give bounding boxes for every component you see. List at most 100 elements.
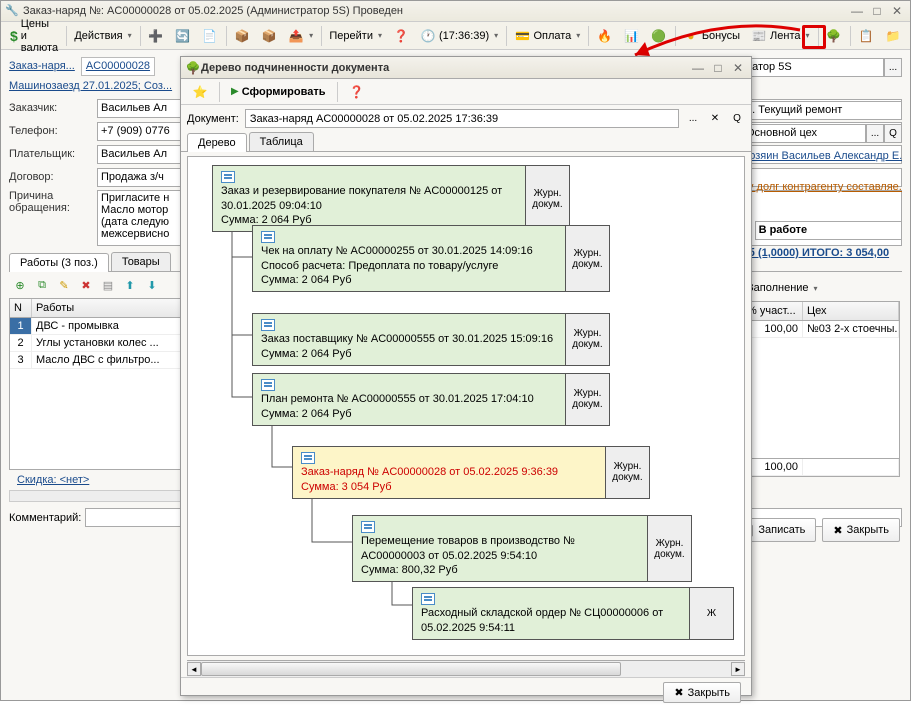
fill-button[interactable]: Заполнение bbox=[742, 277, 823, 299]
feed-button[interactable]: 📰Лента bbox=[746, 25, 814, 47]
tb-icon-c[interactable]: 🟢 bbox=[646, 25, 672, 47]
dialog-close[interactable]: ✕ bbox=[729, 60, 747, 75]
debt-link[interactable]: ру долг контрагенту составляе... bbox=[742, 181, 902, 193]
journal-button[interactable]: Журн.докум. bbox=[647, 516, 691, 581]
table-row[interactable]: 2Углы установки колес ... bbox=[10, 335, 183, 352]
box2-icon: 📦 bbox=[261, 28, 277, 44]
minimize-button[interactable]: — bbox=[848, 4, 866, 19]
delete-row-button[interactable]: ✖ bbox=[77, 276, 95, 294]
doc-icon: 📄 bbox=[202, 28, 218, 44]
journal-button[interactable]: Журн.докум. bbox=[605, 447, 649, 498]
table-row[interactable]: 1ДВС - промывка bbox=[10, 318, 183, 335]
dots-button[interactable]: ... bbox=[884, 58, 902, 77]
tree-node[interactable]: Чек на оплату № AC00000255 от 30.01.2025… bbox=[252, 225, 610, 292]
tb-icon-a[interactable]: 🔥 bbox=[592, 25, 618, 47]
coin-icon: ● bbox=[683, 28, 699, 44]
tb-icon-1[interactable]: ➕ bbox=[143, 25, 169, 47]
tree-node[interactable]: План ремонта № AC00000555 от 30.01.2025 … bbox=[252, 373, 610, 426]
edit-row-button[interactable]: ✎ bbox=[55, 276, 73, 294]
journal-button[interactable]: Ж bbox=[689, 588, 733, 639]
journal-button[interactable]: Журн.докум. bbox=[565, 314, 609, 365]
hscroll-left[interactable] bbox=[9, 490, 184, 502]
list-icon: 📋 bbox=[858, 28, 874, 44]
tree-hscroll[interactable]: ◄ ► bbox=[187, 660, 745, 677]
price-currency-button[interactable]: $Цены и валюта bbox=[5, 25, 63, 47]
star-button[interactable]: ⭐ bbox=[187, 81, 213, 103]
play-icon: ▶ bbox=[231, 86, 239, 97]
add-row-button[interactable]: ⊕ bbox=[11, 276, 29, 294]
sort-up-button[interactable]: ⬆ bbox=[121, 276, 139, 294]
status-input[interactable]: В работе bbox=[755, 221, 902, 240]
tb-icon-4[interactable]: 📦 bbox=[229, 25, 255, 47]
dept-q[interactable]: Q bbox=[884, 124, 902, 143]
breadcrumb-root[interactable]: Заказ-наря... bbox=[9, 60, 75, 72]
doc-q[interactable]: Q bbox=[729, 109, 745, 128]
scroll-left-arrow[interactable]: ◄ bbox=[187, 662, 201, 676]
doc-clear[interactable]: ✕ bbox=[707, 109, 723, 128]
time-button[interactable]: 🕐(17:36:39) bbox=[415, 25, 503, 47]
tb-icon-2[interactable]: 🔄 bbox=[170, 25, 196, 47]
tab-goods[interactable]: Товары bbox=[111, 252, 171, 271]
main-close-button[interactable]: ✖Закрыть bbox=[822, 518, 900, 542]
scroll-thumb[interactable] bbox=[201, 662, 621, 676]
dept-input[interactable]: Основной цех bbox=[742, 124, 866, 143]
dialog-help-button[interactable]: ❓ bbox=[344, 81, 370, 103]
document-icon bbox=[261, 231, 275, 243]
help2-icon: ❓ bbox=[349, 84, 365, 100]
scroll-right-arrow[interactable]: ► bbox=[731, 662, 745, 676]
payment-button[interactable]: 💳Оплата bbox=[509, 25, 585, 47]
journal-button[interactable]: Журн.докум. bbox=[525, 166, 569, 231]
doc-dots[interactable]: ... bbox=[685, 109, 701, 128]
folder-icon: 📁 bbox=[885, 28, 901, 44]
tree-node[interactable]: Расходный складской ордер № СЦ00000006 о… bbox=[412, 587, 734, 640]
tab-works[interactable]: Работы (3 поз.) bbox=[9, 253, 109, 272]
contract-label: Договор: bbox=[9, 171, 97, 183]
customer-label: Заказчик: bbox=[9, 102, 97, 114]
tree-node[interactable]: Заказ поставщику № AC00000555 от 30.01.2… bbox=[252, 313, 610, 366]
dialog-close-button[interactable]: ✖Закрыть bbox=[663, 682, 741, 703]
col-name: Работы bbox=[32, 299, 183, 317]
actions-button[interactable]: Действия bbox=[69, 25, 136, 47]
breadcrumb-right[interactable]: ратор 5S bbox=[742, 58, 884, 77]
repair-type-input[interactable]: 1. Текущий ремонт bbox=[742, 101, 902, 120]
discount-link[interactable]: Скидка: <нет> bbox=[9, 472, 97, 488]
tab-tree[interactable]: Дерево bbox=[187, 133, 247, 152]
phone-label: Телефон: bbox=[9, 125, 97, 137]
tb-icon-d[interactable]: 📋 bbox=[853, 25, 879, 47]
total-link[interactable]: уб (1,0000) ИТОГО: 3 054,00 bbox=[742, 247, 889, 259]
tb-icon-3[interactable]: 📄 bbox=[197, 25, 223, 47]
doc-input[interactable]: Заказ-наряд AC00000028 от 05.02.2025 17:… bbox=[245, 109, 679, 128]
document-icon bbox=[421, 593, 435, 605]
tree-area[interactable]: Заказ и резервирование покупателя № AC00… bbox=[187, 156, 745, 656]
tb-icon-b[interactable]: 📊 bbox=[619, 25, 645, 47]
right-table-row[interactable]: 100,00 №03 2-х стоечны... bbox=[743, 321, 899, 338]
maximize-button[interactable]: □ bbox=[868, 4, 886, 19]
journal-button[interactable]: Журн.докум. bbox=[565, 226, 609, 291]
generate-button[interactable]: ▶Сформировать bbox=[226, 81, 331, 103]
table-row[interactable]: 3Масло ДВС с фильтро... bbox=[10, 352, 183, 369]
tb-icon-5[interactable]: 📦 bbox=[256, 25, 282, 47]
filter-button[interactable]: ▤ bbox=[99, 276, 117, 294]
window-title: Заказ-наряд №: AC00000028 от 05.02.2025 … bbox=[23, 5, 848, 17]
bonus-button[interactable]: ●Бонусы bbox=[678, 25, 745, 47]
go-button[interactable]: Перейти bbox=[324, 25, 387, 47]
tree-button[interactable]: 🌳 bbox=[821, 25, 847, 47]
close-x-icon: ✖ bbox=[833, 524, 842, 537]
copy-row-button[interactable]: ⧉ bbox=[33, 276, 51, 294]
dialog-minimize[interactable]: — bbox=[689, 60, 707, 75]
tb-icon-6[interactable]: 📤 bbox=[283, 25, 318, 47]
tree-node[interactable]: Заказ-наряд № AC00000028 от 05.02.2025 9… bbox=[292, 446, 650, 499]
sort-down-button[interactable]: ⬇ bbox=[143, 276, 161, 294]
tree-node[interactable]: Заказ и резервирование покупателя № AC00… bbox=[212, 165, 570, 232]
tree-node[interactable]: Перемещение товаров в производство № AC0… bbox=[352, 515, 692, 582]
owner-link[interactable]: Хозяин Васильев Александр Е... bbox=[742, 150, 902, 162]
tree-dialog: 🌳 Дерево подчиненности документа — □ ✕ ⭐… bbox=[180, 56, 752, 696]
help-button[interactable]: ❓ bbox=[388, 25, 414, 47]
dept-dots[interactable]: ... bbox=[866, 124, 884, 143]
close-button[interactable]: ✕ bbox=[888, 4, 906, 19]
tab-table[interactable]: Таблица bbox=[249, 132, 314, 151]
dialog-maximize[interactable]: □ bbox=[709, 60, 727, 75]
journal-button[interactable]: Журн.докум. bbox=[565, 374, 609, 425]
breadcrumb-code-box[interactable]: AC00000028 bbox=[81, 57, 155, 76]
tb-icon-e[interactable]: 📁 bbox=[880, 25, 906, 47]
